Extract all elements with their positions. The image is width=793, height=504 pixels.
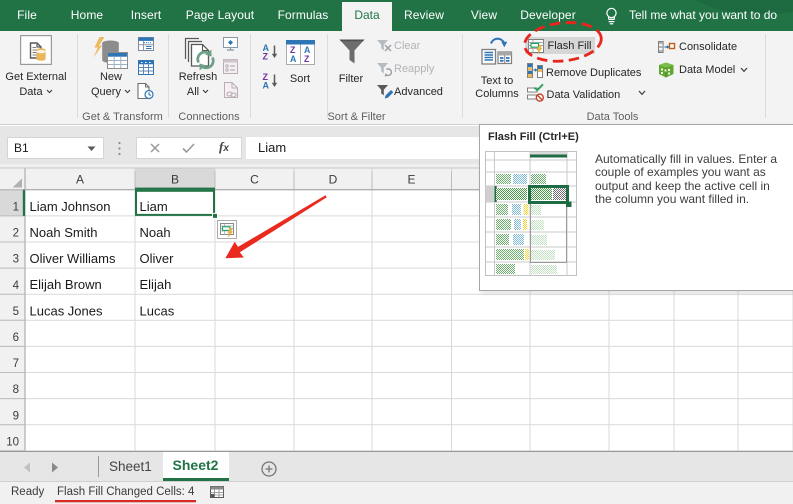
svg-text:10: 10 (6, 436, 19, 448)
svg-text:5: 5 (13, 306, 19, 318)
svg-text:Noah: Noah (140, 225, 171, 240)
svg-text:2: 2 (13, 228, 19, 240)
svg-text:4: 4 (13, 280, 20, 292)
svg-text:B: B (171, 173, 179, 187)
svg-text:1: 1 (13, 202, 19, 214)
svg-text:Oliver: Oliver (140, 251, 175, 266)
svg-text:A: A (76, 173, 84, 187)
svg-text:Elijah Brown: Elijah Brown (30, 277, 102, 292)
svg-text:Liam: Liam (140, 199, 168, 214)
svg-text:3: 3 (13, 254, 19, 266)
svg-text:E: E (407, 173, 415, 187)
svg-text:Elijah: Elijah (140, 277, 172, 292)
svg-text:7: 7 (13, 358, 19, 370)
svg-text:Liam Johnson: Liam Johnson (30, 199, 111, 214)
svg-text:8: 8 (13, 384, 19, 396)
svg-text:D: D (329, 173, 338, 187)
svg-text:Lucas Jones: Lucas Jones (30, 303, 103, 318)
svg-text:Lucas: Lucas (140, 303, 175, 318)
svg-text:C: C (250, 173, 259, 187)
svg-text:Noah Smith: Noah Smith (30, 225, 98, 240)
svg-text:Oliver Williams: Oliver Williams (30, 251, 116, 266)
svg-text:6: 6 (13, 332, 19, 344)
svg-text:9: 9 (13, 410, 19, 422)
